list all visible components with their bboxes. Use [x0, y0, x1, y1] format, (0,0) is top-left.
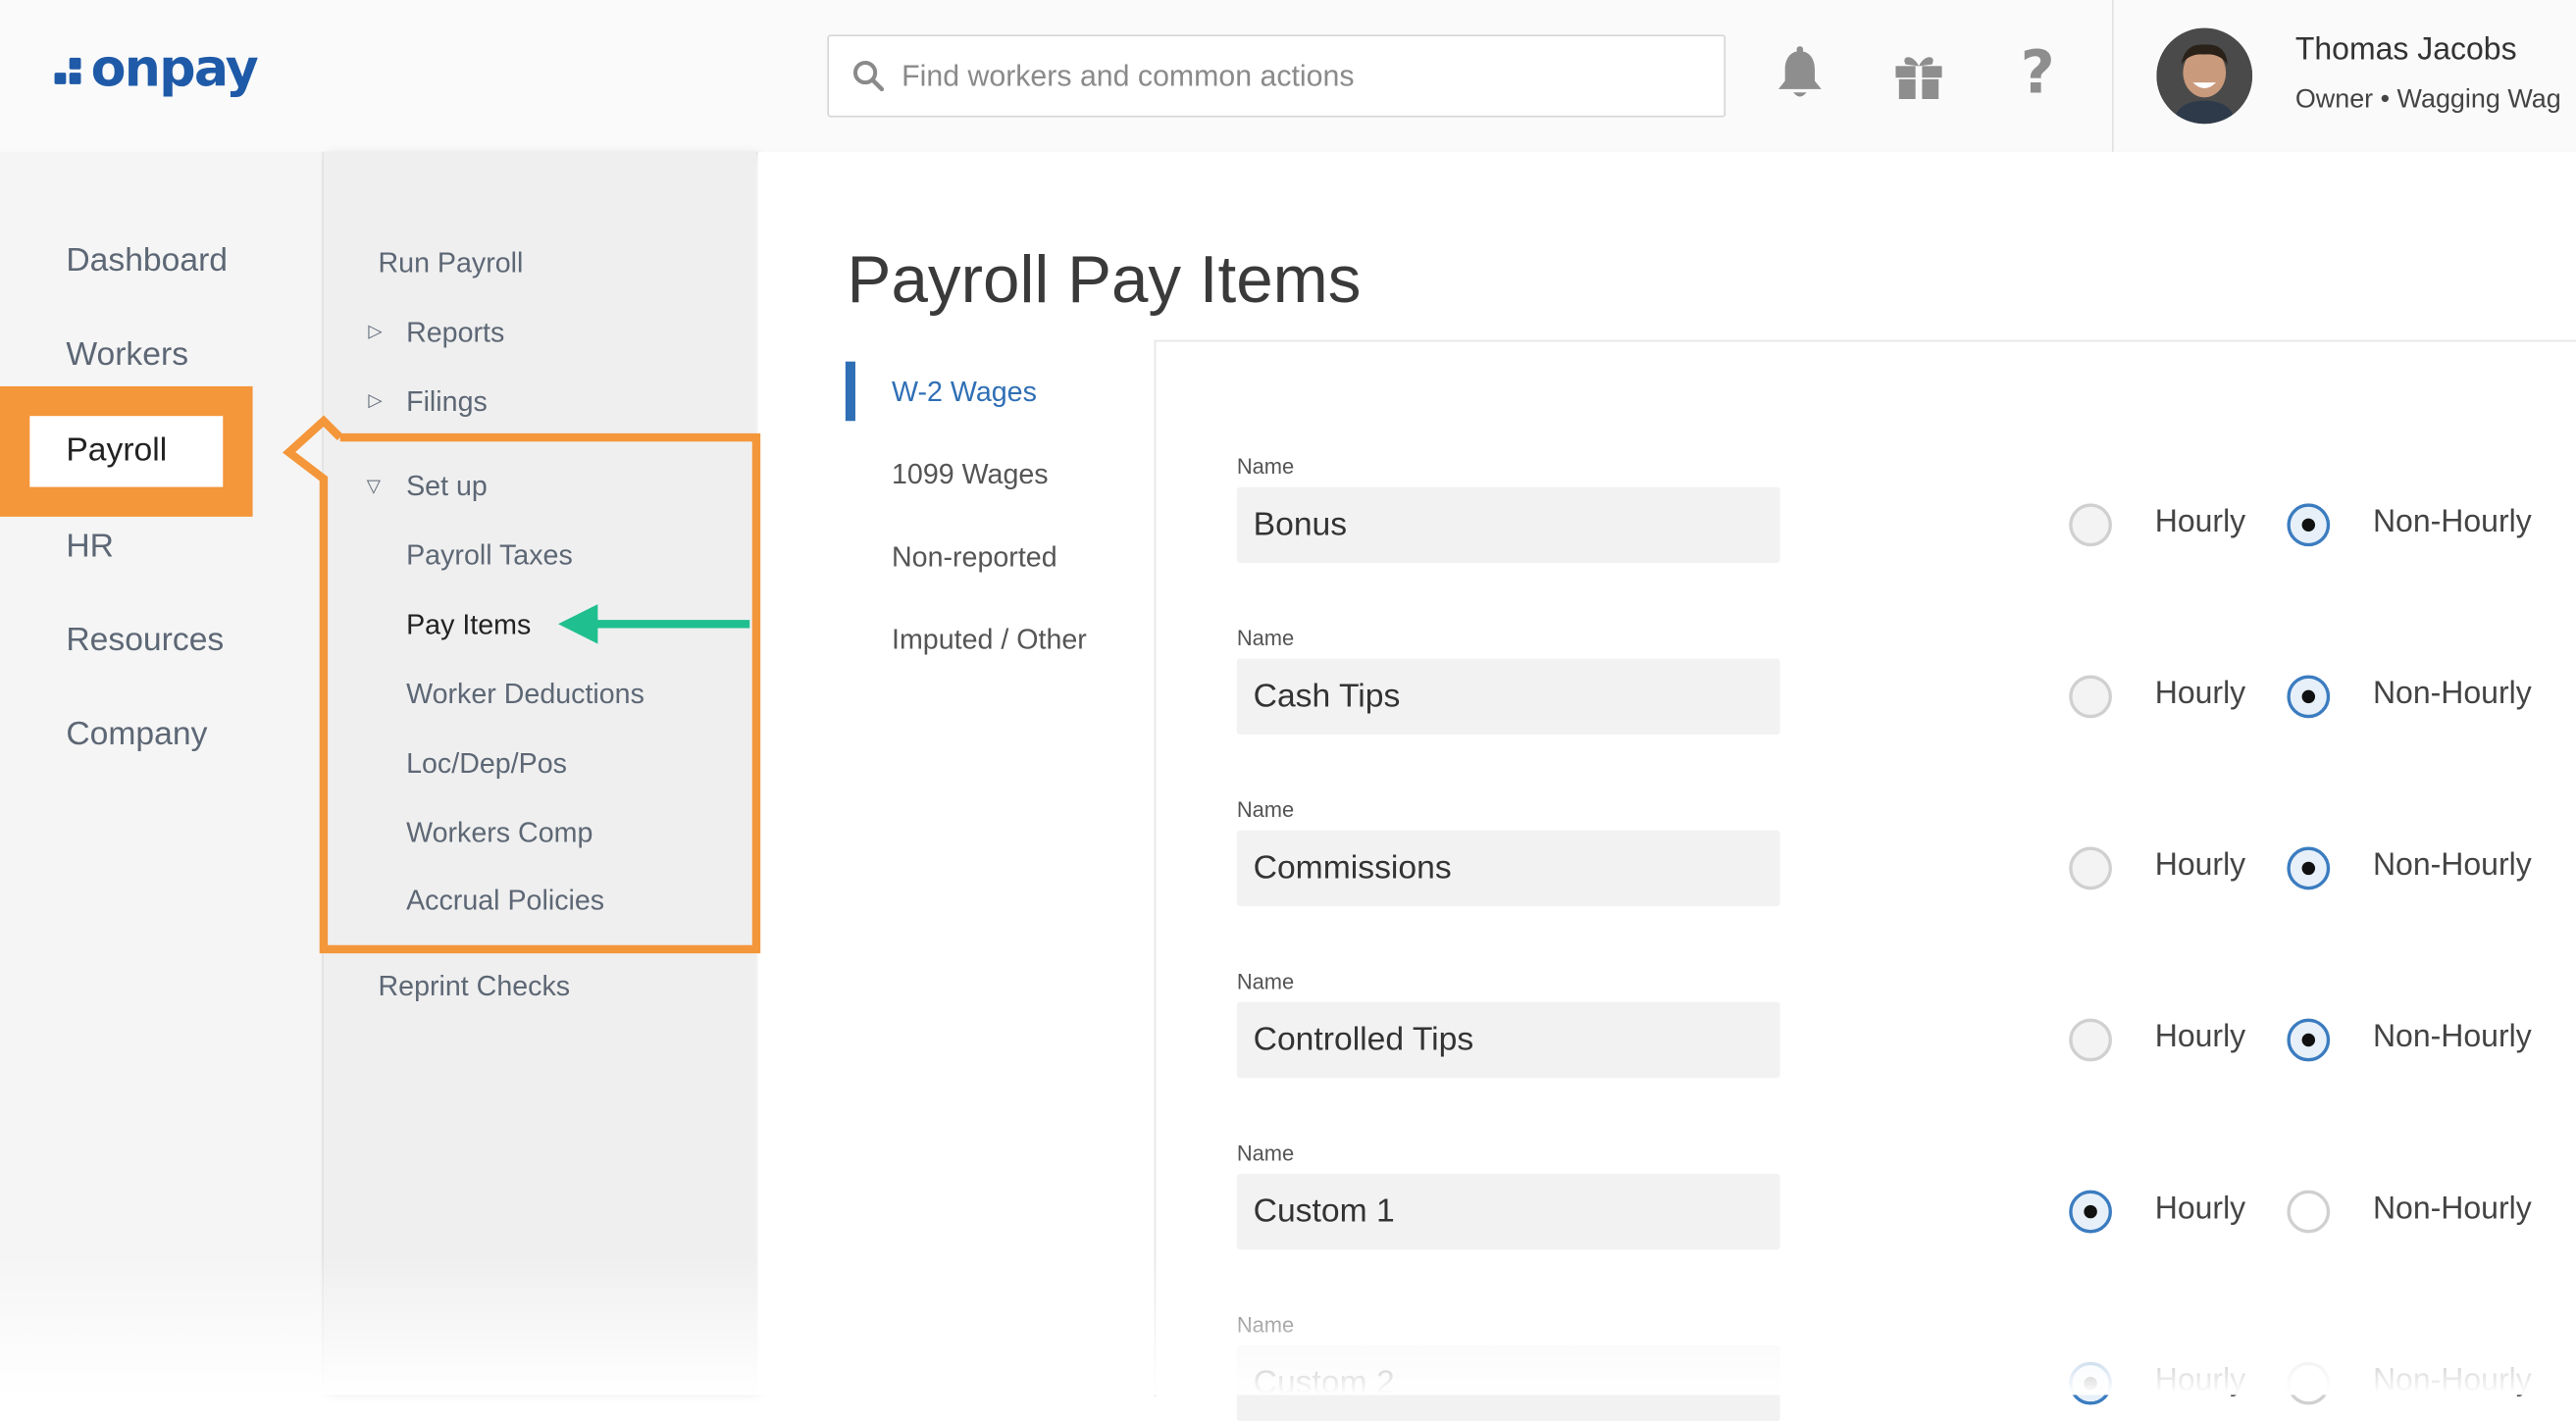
subnav-worker-deductions[interactable]: Worker Deductions — [406, 679, 644, 712]
name-label: Name — [1236, 625, 1295, 651]
tab-1099-wages[interactable]: 1099 Wages — [892, 459, 1049, 492]
hourly-label: Hourly — [2154, 848, 2246, 884]
pay-item-name-field[interactable]: Bonus — [1236, 486, 1780, 564]
nav-payroll[interactable]: Payroll — [66, 432, 167, 471]
search-icon — [852, 60, 885, 92]
hourly-label: Hourly — [2154, 505, 2246, 540]
tab-non-reported[interactable]: Non-reported — [892, 541, 1057, 575]
search-input[interactable] — [898, 57, 1681, 95]
hourly-radio[interactable] — [2069, 1361, 2112, 1405]
subnav-pay-items[interactable]: Pay Items — [406, 609, 531, 642]
hourly-radio[interactable] — [2069, 503, 2112, 547]
tab-imputed-other[interactable]: Imputed / Other — [892, 624, 1087, 657]
caret-down-icon: ▽ — [366, 477, 381, 497]
onpay-logo[interactable]: onpay — [54, 39, 259, 99]
subnav-reports[interactable]: Reports — [406, 317, 504, 350]
pay-item-name-field[interactable]: Custom 2 — [1236, 1345, 1780, 1421]
pay-item-name: Bonus — [1253, 505, 1348, 542]
pay-item-name: Commissions — [1253, 849, 1452, 887]
non-hourly-label: Non-Hourly — [2372, 1192, 2532, 1227]
active-tab-indicator — [845, 361, 855, 422]
hourly-label: Hourly — [2154, 1363, 2246, 1398]
name-label: Name — [1236, 1141, 1295, 1166]
caret-right-icon: ▷ — [368, 390, 383, 412]
header-divider — [2111, 0, 2114, 152]
user-name[interactable]: Thomas Jacobs — [2295, 33, 2517, 70]
subnav-reprint-checks[interactable]: Reprint Checks — [378, 971, 570, 1004]
hourly-radio[interactable] — [2069, 1190, 2112, 1234]
name-label: Name — [1236, 1312, 1295, 1338]
caret-right-icon: ▷ — [368, 322, 383, 342]
logo-text: onpay — [90, 39, 259, 99]
pay-item-name-field[interactable]: Commissions — [1236, 830, 1780, 907]
pay-item-name: Cash Tips — [1253, 678, 1401, 715]
subnav-loc-dep-pos[interactable]: Loc/Dep/Pos — [406, 748, 567, 782]
nav-company[interactable]: Company — [66, 717, 207, 755]
non-hourly-label: Non-Hourly — [2372, 505, 2532, 540]
nav-workers[interactable]: Workers — [66, 336, 188, 375]
non-hourly-radio[interactable] — [2287, 1018, 2331, 1062]
non-hourly-label: Non-Hourly — [2372, 677, 2532, 712]
name-label: Name — [1236, 797, 1295, 823]
hourly-label: Hourly — [2154, 677, 2246, 712]
hourly-radio[interactable] — [2069, 1018, 2112, 1062]
subnav-workers-comp[interactable]: Workers Comp — [406, 817, 592, 850]
non-hourly-radio[interactable] — [2287, 675, 2331, 719]
non-hourly-radio[interactable] — [2287, 846, 2331, 890]
pay-item-name-field[interactable]: Controlled Tips — [1236, 1001, 1780, 1079]
nav-dashboard[interactable]: Dashboard — [66, 242, 228, 280]
pay-item-name: Controlled Tips — [1253, 1021, 1474, 1058]
non-hourly-radio[interactable] — [2287, 1190, 2331, 1234]
subnav-payroll-taxes[interactable]: Payroll Taxes — [406, 539, 573, 573]
gift-icon[interactable] — [1890, 46, 1946, 102]
nav-hr[interactable]: HR — [66, 529, 114, 567]
tab-w2-wages[interactable]: W-2 Wages — [892, 377, 1037, 410]
hourly-radio[interactable] — [2069, 846, 2112, 890]
subnav-setup[interactable]: Set up — [406, 471, 488, 504]
non-hourly-label: Non-Hourly — [2372, 848, 2532, 884]
non-hourly-label: Non-Hourly — [2372, 1363, 2532, 1398]
top-header: onpay ? — [0, 0, 2576, 154]
user-avatar[interactable] — [2156, 27, 2253, 125]
user-role: Owner • Wagging Wag — [2294, 85, 2561, 115]
logo-dots-icon — [54, 53, 88, 86]
name-label: Name — [1236, 969, 1295, 994]
hourly-radio[interactable] — [2069, 675, 2112, 719]
pay-item-name: Custom 2 — [1253, 1364, 1395, 1401]
subnav-accrual-policies[interactable]: Accrual Policies — [406, 885, 604, 918]
help-icon[interactable]: ? — [2010, 44, 2066, 104]
name-label: Name — [1236, 453, 1295, 480]
pay-item-name: Custom 1 — [1253, 1193, 1395, 1230]
page-title: Payroll Pay Items — [847, 244, 1362, 318]
subnav-run-payroll[interactable]: Run Payroll — [378, 247, 523, 280]
nav-resources[interactable]: Resources — [66, 623, 224, 661]
bell-icon[interactable] — [1772, 46, 1828, 102]
hourly-label: Hourly — [2154, 1192, 2246, 1227]
subnav-filings[interactable]: Filings — [406, 386, 488, 420]
pay-item-name-field[interactable]: Custom 1 — [1236, 1173, 1780, 1250]
non-hourly-radio[interactable] — [2287, 1361, 2331, 1405]
search-bar[interactable] — [827, 34, 1726, 118]
non-hourly-radio[interactable] — [2287, 503, 2331, 547]
non-hourly-label: Non-Hourly — [2372, 1020, 2532, 1055]
hourly-label: Hourly — [2154, 1020, 2246, 1055]
pay-item-name-field[interactable]: Cash Tips — [1236, 658, 1780, 736]
